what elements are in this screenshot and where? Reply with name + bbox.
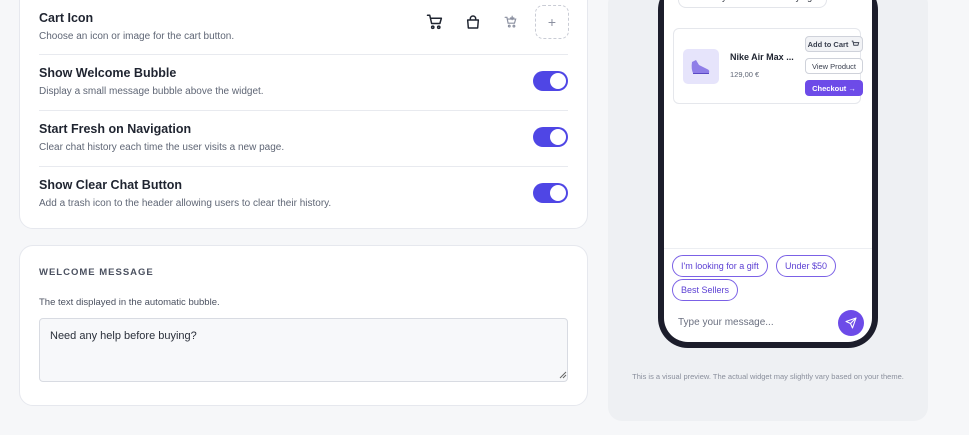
preview-disclaimer: This is a visual preview. The actual wid… — [632, 372, 904, 381]
checkout-button[interactable]: Checkout → — [805, 80, 863, 96]
send-icon — [845, 317, 857, 329]
toggle-knob — [550, 185, 566, 201]
product-image — [683, 49, 719, 84]
sneaker-icon — [691, 59, 710, 74]
bot-message-bubble: Need any advice before buying? — [678, 0, 828, 8]
cart-plus-icon[interactable] — [498, 9, 524, 35]
clear-chat-description: Add a trash icon to the header allowing … — [39, 198, 332, 209]
widget-settings-card: Cart Icon Choose an icon or image for th… — [19, 0, 588, 229]
suggestion-chip[interactable]: Under $50 — [776, 255, 837, 277]
cart-icon — [852, 40, 860, 46]
toggle-knob — [550, 73, 566, 89]
bag-icon[interactable] — [460, 9, 486, 35]
start-fresh-toggle[interactable] — [533, 127, 568, 147]
cart-icon-row: Cart Icon Choose an icon or image for th… — [39, 1, 569, 55]
resize-handle-icon[interactable] — [559, 371, 567, 379]
suggestion-chip[interactable]: I'm looking for a gift — [672, 255, 768, 277]
start-fresh-description: Clear chat history each time the user vi… — [39, 142, 285, 153]
cart-icon[interactable] — [422, 9, 448, 35]
chat-screen: Need any advice before buying? Nike Air … — [664, 0, 872, 342]
product-card: Nike Air Max ... 129,00 € Add to Cart Vi… — [673, 28, 863, 104]
suggestion-chip[interactable]: Best Sellers — [672, 279, 739, 301]
welcome-message-textarea[interactable]: Need any help before buying? — [39, 318, 568, 382]
section-description: The text displayed in the automatic bubb… — [39, 297, 220, 308]
toggle-row-welcome-bubble: Show Welcome Bubble Display a small mess… — [39, 55, 568, 111]
welcome-bubble-title: Show Welcome Bubble — [39, 66, 177, 80]
add-custom-icon-button[interactable]: + — [535, 5, 569, 39]
view-product-button[interactable]: View Product — [805, 58, 863, 74]
start-fresh-title: Start Fresh on Navigation — [39, 122, 192, 136]
toggle-row-clear-chat: Show Clear Chat Button Add a trash icon … — [39, 167, 568, 223]
divider — [664, 248, 872, 249]
add-to-cart-label: Add to Cart — [807, 39, 849, 49]
send-button[interactable] — [838, 310, 864, 336]
toggle-row-start-fresh: Start Fresh on Navigation Clear chat his… — [39, 111, 568, 167]
chat-message-input[interactable]: Type your message... — [678, 317, 774, 328]
product-price: 129,00 € — [730, 70, 760, 79]
section-label: WELCOME MESSAGE — [39, 267, 154, 278]
clear-chat-toggle[interactable] — [533, 183, 568, 203]
cart-icon-description: Choose an icon or image for the cart but… — [39, 31, 235, 42]
product-name: Nike Air Max ... — [730, 52, 794, 62]
phone-frame: Need any advice before buying? Nike Air … — [658, 0, 878, 348]
cart-icon-title: Cart Icon — [39, 11, 94, 25]
clear-chat-title: Show Clear Chat Button — [39, 178, 183, 192]
welcome-bubble-toggle[interactable] — [533, 71, 568, 91]
toggle-knob — [550, 129, 566, 145]
welcome-bubble-description: Display a small message bubble above the… — [39, 86, 264, 97]
welcome-message-card: WELCOME MESSAGE The text displayed in th… — [19, 245, 588, 406]
add-to-cart-button[interactable]: Add to Cart — [805, 36, 863, 52]
